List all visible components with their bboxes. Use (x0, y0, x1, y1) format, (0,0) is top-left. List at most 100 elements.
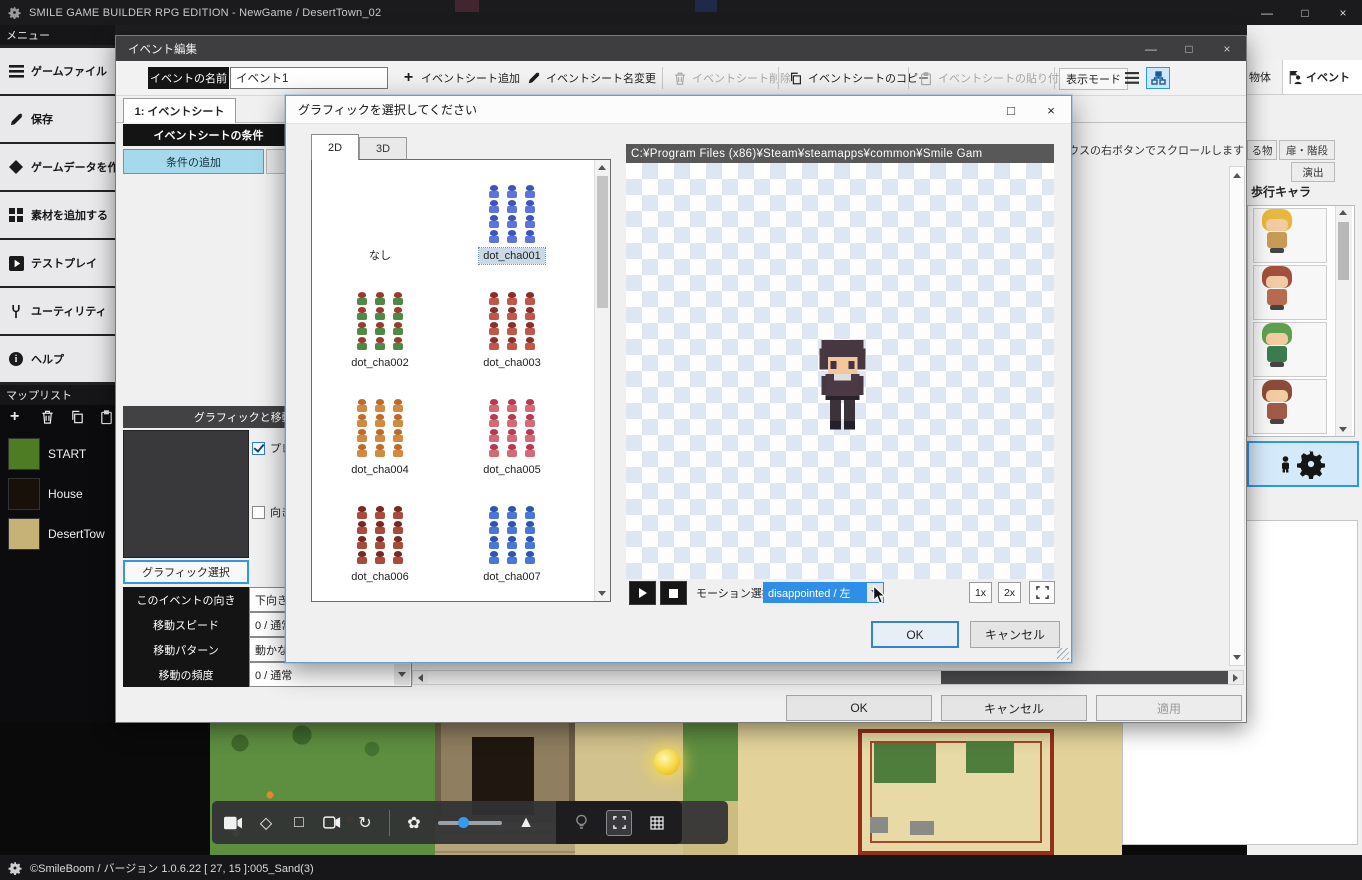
dropdown-arrow-icon[interactable] (394, 664, 410, 685)
add-sheet-button[interactable]: + イベントシート追加 (401, 65, 520, 91)
maximize-button[interactable]: □ (991, 96, 1031, 124)
zoom-1x-button[interactable]: 1x (969, 582, 992, 603)
paste-map-button[interactable] (99, 409, 115, 426)
app-titlebar[interactable]: SMILE GAME BUILDER RPG EDITION - NewGame… (0, 0, 1362, 25)
rename-sheet-button[interactable]: イベントシート名変更 (526, 65, 656, 91)
dialog-titlebar[interactable]: イベント編集 — □ × (116, 36, 1246, 61)
selected-gear-character[interactable] (1247, 441, 1359, 487)
scroll-down-icon[interactable] (598, 591, 606, 596)
sprite-list-scrollbar[interactable] (594, 160, 610, 601)
sprite-item-none[interactable]: なし (325, 180, 435, 264)
map-thumbnail (8, 518, 40, 550)
dialog-titlebar[interactable]: グラフィックを選択してください □ × (286, 96, 1071, 124)
character-thumbnail[interactable] (1253, 265, 1327, 320)
grid-icon[interactable] (648, 814, 666, 832)
sprite-item[interactable]: dot_cha007 (457, 501, 567, 585)
tree-view-button[interactable] (1146, 67, 1170, 89)
paste-sheet-button[interactable]: イベントシートの貼り付け (918, 65, 1070, 91)
scroll-right-icon[interactable] (1228, 671, 1243, 684)
tab-event[interactable]: イベント (1282, 60, 1362, 94)
zoom-slider[interactable] (438, 821, 502, 825)
sprite-item[interactable]: dot_cha004 (325, 394, 435, 478)
graphic-select-button[interactable]: グラフィック選択 (123, 560, 249, 584)
ok-button[interactable]: OK (786, 695, 932, 721)
scrollbar-thumb[interactable] (597, 176, 608, 308)
zoom-2x-button[interactable]: 2x (998, 582, 1021, 603)
map-list-item-house[interactable]: House (0, 474, 115, 514)
copy-map-button[interactable] (70, 409, 86, 426)
ok-button[interactable]: OK (871, 621, 959, 648)
cancel-button[interactable]: キャンセル (970, 621, 1060, 648)
sidebar-item-gamedata[interactable]: ゲームデータを作 (0, 144, 115, 190)
stop-button[interactable] (660, 581, 687, 605)
sprite-item[interactable]: dot_cha006 (325, 501, 435, 585)
sprite-item[interactable]: dot_cha005 (457, 394, 567, 478)
minimize-button[interactable]: — (1248, 0, 1286, 25)
tab-3d[interactable]: 3D (359, 137, 407, 160)
scrollbar-thumb[interactable] (941, 671, 1228, 684)
scroll-down-icon[interactable] (1339, 427, 1347, 432)
sidebar-item-save[interactable]: 保存 (0, 96, 115, 142)
sprite-item[interactable]: dot_cha002 (325, 287, 435, 371)
play-button[interactable] (629, 581, 656, 605)
square-icon[interactable]: □ (290, 814, 308, 832)
tab-2d[interactable]: 2D (311, 134, 359, 160)
scroll-down-icon[interactable] (1230, 650, 1244, 664)
list-view-button[interactable] (1120, 67, 1144, 89)
event-name-input[interactable]: イベント1 (230, 67, 388, 89)
category-tab-effects[interactable]: 演出 (1291, 162, 1335, 182)
character-thumbnail[interactable] (1253, 322, 1327, 377)
cube-icon[interactable]: ◇ (257, 814, 275, 832)
event-list-scrollbar[interactable] (1229, 166, 1245, 666)
maximize-button[interactable]: □ (1286, 0, 1324, 25)
scrollbar-thumb[interactable] (1338, 222, 1349, 280)
cancel-button[interactable]: キャンセル (941, 695, 1087, 721)
map-list-item-deserttown[interactable]: DesertTow (0, 514, 115, 554)
category-tab-doors-stairs[interactable]: 扉・階段 (1279, 140, 1335, 160)
apply-button[interactable]: 適用 (1096, 695, 1242, 721)
slider-thumb[interactable] (458, 817, 469, 828)
walking-characters-header: 歩行キャラ (1251, 183, 1311, 200)
horizontal-scrollbar[interactable] (412, 670, 1244, 685)
tab-object[interactable]: 物体 (1249, 60, 1271, 94)
add-map-button[interactable]: + (10, 409, 26, 426)
sheet-tab-1[interactable]: 1: イベントシート (123, 98, 236, 123)
flower-icon[interactable]: ✿ (405, 814, 423, 832)
sidebar-item-gamefile[interactable]: ゲームファイル (0, 48, 115, 94)
fullscreen-icon[interactable] (606, 810, 632, 836)
sprite-item[interactable]: dot_cha003 (457, 287, 567, 371)
sidebar-item-testplay[interactable]: テストプレイ (0, 240, 115, 286)
camera-icon[interactable] (224, 814, 242, 832)
scroll-up-icon[interactable] (1230, 168, 1244, 182)
scroll-left-icon[interactable] (413, 671, 428, 684)
character-thumbnail[interactable] (1253, 379, 1327, 434)
delete-map-button[interactable] (40, 409, 56, 426)
sidebar-item-help[interactable]: i ヘルプ (0, 336, 115, 382)
close-button[interactable]: × (1324, 0, 1362, 25)
resize-grip[interactable] (1057, 648, 1069, 660)
add-condition-button[interactable]: 条件の追加 (123, 149, 264, 174)
mountain-icon[interactable]: ▲ (517, 814, 535, 832)
close-button[interactable]: × (1031, 96, 1071, 124)
scroll-up-icon[interactable] (598, 165, 606, 170)
character-list-scrollbar[interactable] (1335, 206, 1352, 436)
minimize-button[interactable]: — (1132, 36, 1170, 61)
sprite-item[interactable]: dot_cha001 (457, 180, 567, 264)
preview-area[interactable] (626, 163, 1054, 579)
property-value-frequency[interactable]: 0 / 通常 (249, 662, 412, 687)
motion-dropdown[interactable]: disappointed / 左 (763, 582, 884, 603)
scroll-up-icon[interactable] (1339, 210, 1347, 215)
rotate-icon[interactable]: ↻ (356, 814, 374, 832)
close-button[interactable]: × (1208, 36, 1246, 61)
character-thumbnail[interactable] (1253, 208, 1327, 263)
fullscreen-button[interactable] (1029, 581, 1055, 604)
category-tab-decoration[interactable]: る物 (1247, 140, 1277, 160)
sidebar-item-utility[interactable]: ユーティリティ (0, 288, 115, 334)
maximize-button[interactable]: □ (1170, 36, 1208, 61)
map-list-item-start[interactable]: START (0, 434, 115, 474)
chevron-down-icon[interactable] (866, 583, 883, 602)
lightbulb-icon[interactable] (572, 814, 590, 832)
delete-sheet-button[interactable]: イベントシート削除 (672, 65, 791, 91)
camera-reset-icon[interactable] (323, 814, 341, 832)
sidebar-item-add-assets[interactable]: 素材を追加する (0, 192, 115, 238)
